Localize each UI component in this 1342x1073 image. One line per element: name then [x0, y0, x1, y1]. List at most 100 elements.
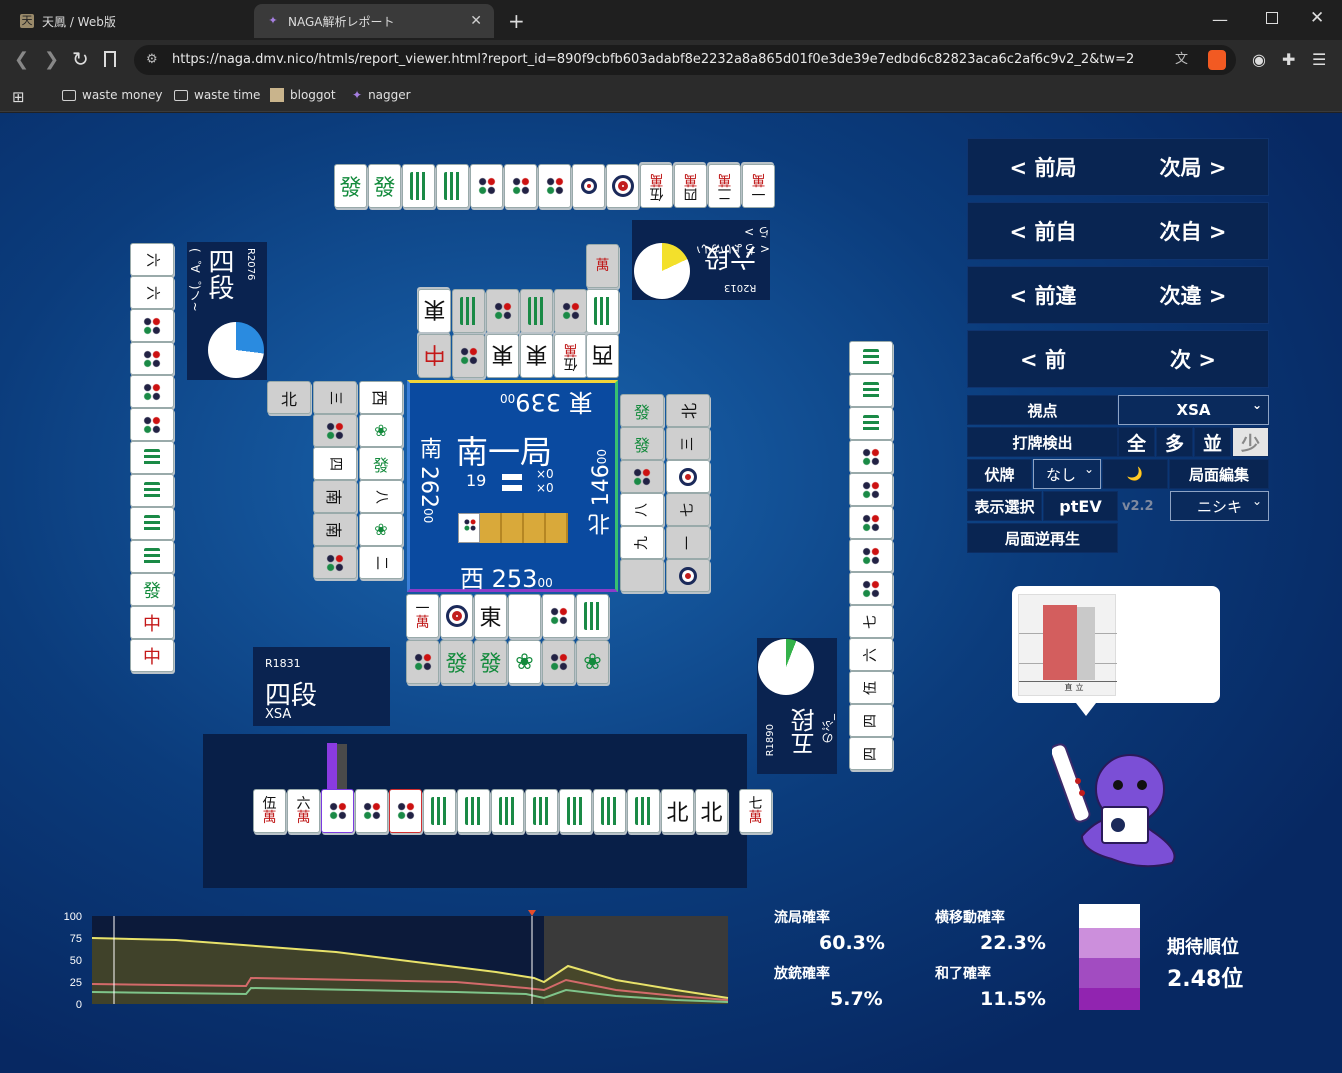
apps-icon[interactable]: ⊞ [12, 88, 25, 106]
name-top: < ちょいかいら > [696, 225, 770, 256]
address-bar[interactable]: ⚙ https://naga.dmv.nico/htmls/report_vie… [134, 45, 1236, 75]
expected-rank-value: 2.48位 [1167, 967, 1244, 992]
back-icon[interactable]: ❮ [14, 49, 29, 70]
model-select[interactable]: ニシキ [1170, 491, 1269, 521]
hand-tile[interactable]: 北 [695, 789, 728, 833]
next-round-button[interactable]: 次局 > [1160, 152, 1227, 182]
reverse-play-button[interactable]: 局面逆再生 [967, 523, 1118, 553]
reload-icon[interactable]: ↻ [72, 47, 89, 71]
tile: ❀ [359, 513, 403, 546]
tile [606, 164, 639, 208]
detect-few-button[interactable]: 少 [1232, 427, 1269, 457]
close-window-icon[interactable]: ✕ [1310, 8, 1324, 28]
tile: 發 [359, 447, 403, 480]
hand-tile[interactable] [491, 789, 524, 833]
detect-many-button[interactable]: 多 [1156, 427, 1193, 457]
new-tab-button[interactable]: + [508, 9, 525, 33]
left-pond: 北 三 西 ❀ 四 發 南 八 南 ❀ 二 [267, 381, 407, 581]
riichi-count: ×0 [536, 481, 554, 495]
bookmark-waste-time[interactable]: waste time [174, 88, 260, 102]
tile [576, 594, 609, 638]
maximize-icon[interactable] [1266, 12, 1278, 24]
kyotaku-count: ×0 [536, 467, 554, 481]
hand-tile[interactable] [355, 789, 388, 833]
tile: 三 [666, 427, 710, 460]
display-select-button[interactable]: 表示選択 [967, 491, 1042, 521]
translate-icon[interactable]: 文 [1175, 45, 1188, 75]
prev-round-button[interactable]: < 前局 [1010, 152, 1077, 182]
next-self-button[interactable]: 次自 > [1160, 216, 1227, 246]
hide-select[interactable]: なし [1033, 459, 1101, 489]
tab-naga[interactable]: ✦ NAGA解析レポート ✕ [254, 4, 494, 38]
bookmark-bloggot[interactable]: bloggot [270, 88, 336, 102]
menu-icon[interactable]: ☰ [1312, 50, 1326, 69]
tile [620, 559, 664, 592]
bookmark-waste-money[interactable]: waste money [62, 88, 162, 102]
prev-button[interactable]: < 前 [1020, 344, 1066, 374]
hand-tile[interactable] [457, 789, 490, 833]
hand-tile[interactable] [627, 789, 660, 833]
tab-tenhou[interactable]: 天 天鳳 / Web版 [8, 4, 248, 38]
prev-self-button[interactable]: < 前自 [1010, 216, 1077, 246]
score-west: 西 25300 [460, 565, 553, 593]
next-button[interactable]: 次 > [1170, 344, 1216, 374]
site-settings-icon[interactable]: ⚙ [146, 45, 158, 75]
drawn-tile[interactable]: 七萬 [739, 789, 772, 833]
viewpoint-select[interactable]: XSA [1118, 395, 1269, 425]
tile: 三 [313, 381, 357, 414]
bookmark-icon[interactable] [104, 51, 116, 67]
hand-tile[interactable] [423, 789, 456, 833]
detect-normal-button[interactable]: 並 [1194, 427, 1231, 457]
score-south: 南 26200 [416, 437, 441, 524]
tile [313, 414, 357, 447]
prev-diff-button[interactable]: < 前違 [1010, 280, 1077, 310]
hand-tile[interactable]: 六萬 [287, 789, 320, 833]
tile: 西 [359, 381, 403, 414]
tab-title: 天鳳 / Web版 [42, 14, 116, 29]
hand-tile[interactable] [525, 789, 558, 833]
tile [130, 375, 174, 408]
tile: 中 [130, 639, 174, 672]
ptev-button[interactable]: ptEV [1043, 491, 1118, 521]
tile: 一萬 [406, 594, 439, 638]
hand-tile[interactable] [559, 789, 592, 833]
tile: 六 [130, 276, 174, 309]
tile: 發 [620, 394, 664, 427]
tile [508, 594, 541, 638]
tile: 七 [666, 493, 710, 526]
tile [504, 164, 537, 208]
hand-tile[interactable] [593, 789, 626, 833]
tile: 一 [666, 526, 710, 559]
honba-stick-icon [502, 474, 522, 480]
hand-tile[interactable]: 北 [661, 789, 694, 833]
pie-left [208, 322, 264, 378]
profile-icon[interactable]: ◉ [1252, 50, 1266, 69]
eval-bar [337, 744, 347, 789]
tile [486, 289, 519, 333]
brave-shield-icon[interactable] [1208, 50, 1226, 70]
extensions-icon[interactable]: ✚ [1282, 50, 1295, 69]
tile [470, 164, 503, 208]
detect-all-button[interactable]: 全 [1118, 427, 1155, 457]
tile [849, 374, 893, 407]
close-tab-icon[interactable]: ✕ [470, 13, 482, 29]
edit-position-button[interactable]: 局面編集 [1169, 459, 1269, 489]
hand-tile[interactable] [321, 789, 354, 833]
forward-icon[interactable]: ❯ [44, 49, 59, 70]
tile: 九 [620, 526, 664, 559]
bookmarks-bar: ⊞ waste money waste time bloggot ✦ nagger [0, 82, 1342, 112]
tile [130, 408, 174, 441]
bookmark-nagger[interactable]: ✦ nagger [352, 88, 411, 102]
minimize-icon[interactable]: — [1212, 10, 1228, 29]
moon-icon[interactable]: 🌙 [1102, 459, 1168, 489]
tile [849, 473, 893, 506]
tile [542, 594, 575, 638]
next-diff-button[interactable]: 次違 > [1160, 280, 1227, 310]
tile [666, 460, 710, 493]
tile [849, 506, 893, 539]
tile: 萬 [586, 244, 619, 288]
hand-tile[interactable] [389, 789, 422, 833]
right-pond: 發 北 發 三 八 七 九 一 [620, 394, 712, 594]
rate-bottom: R1831 [265, 657, 301, 670]
hand-tile[interactable]: 伍萬 [253, 789, 286, 833]
